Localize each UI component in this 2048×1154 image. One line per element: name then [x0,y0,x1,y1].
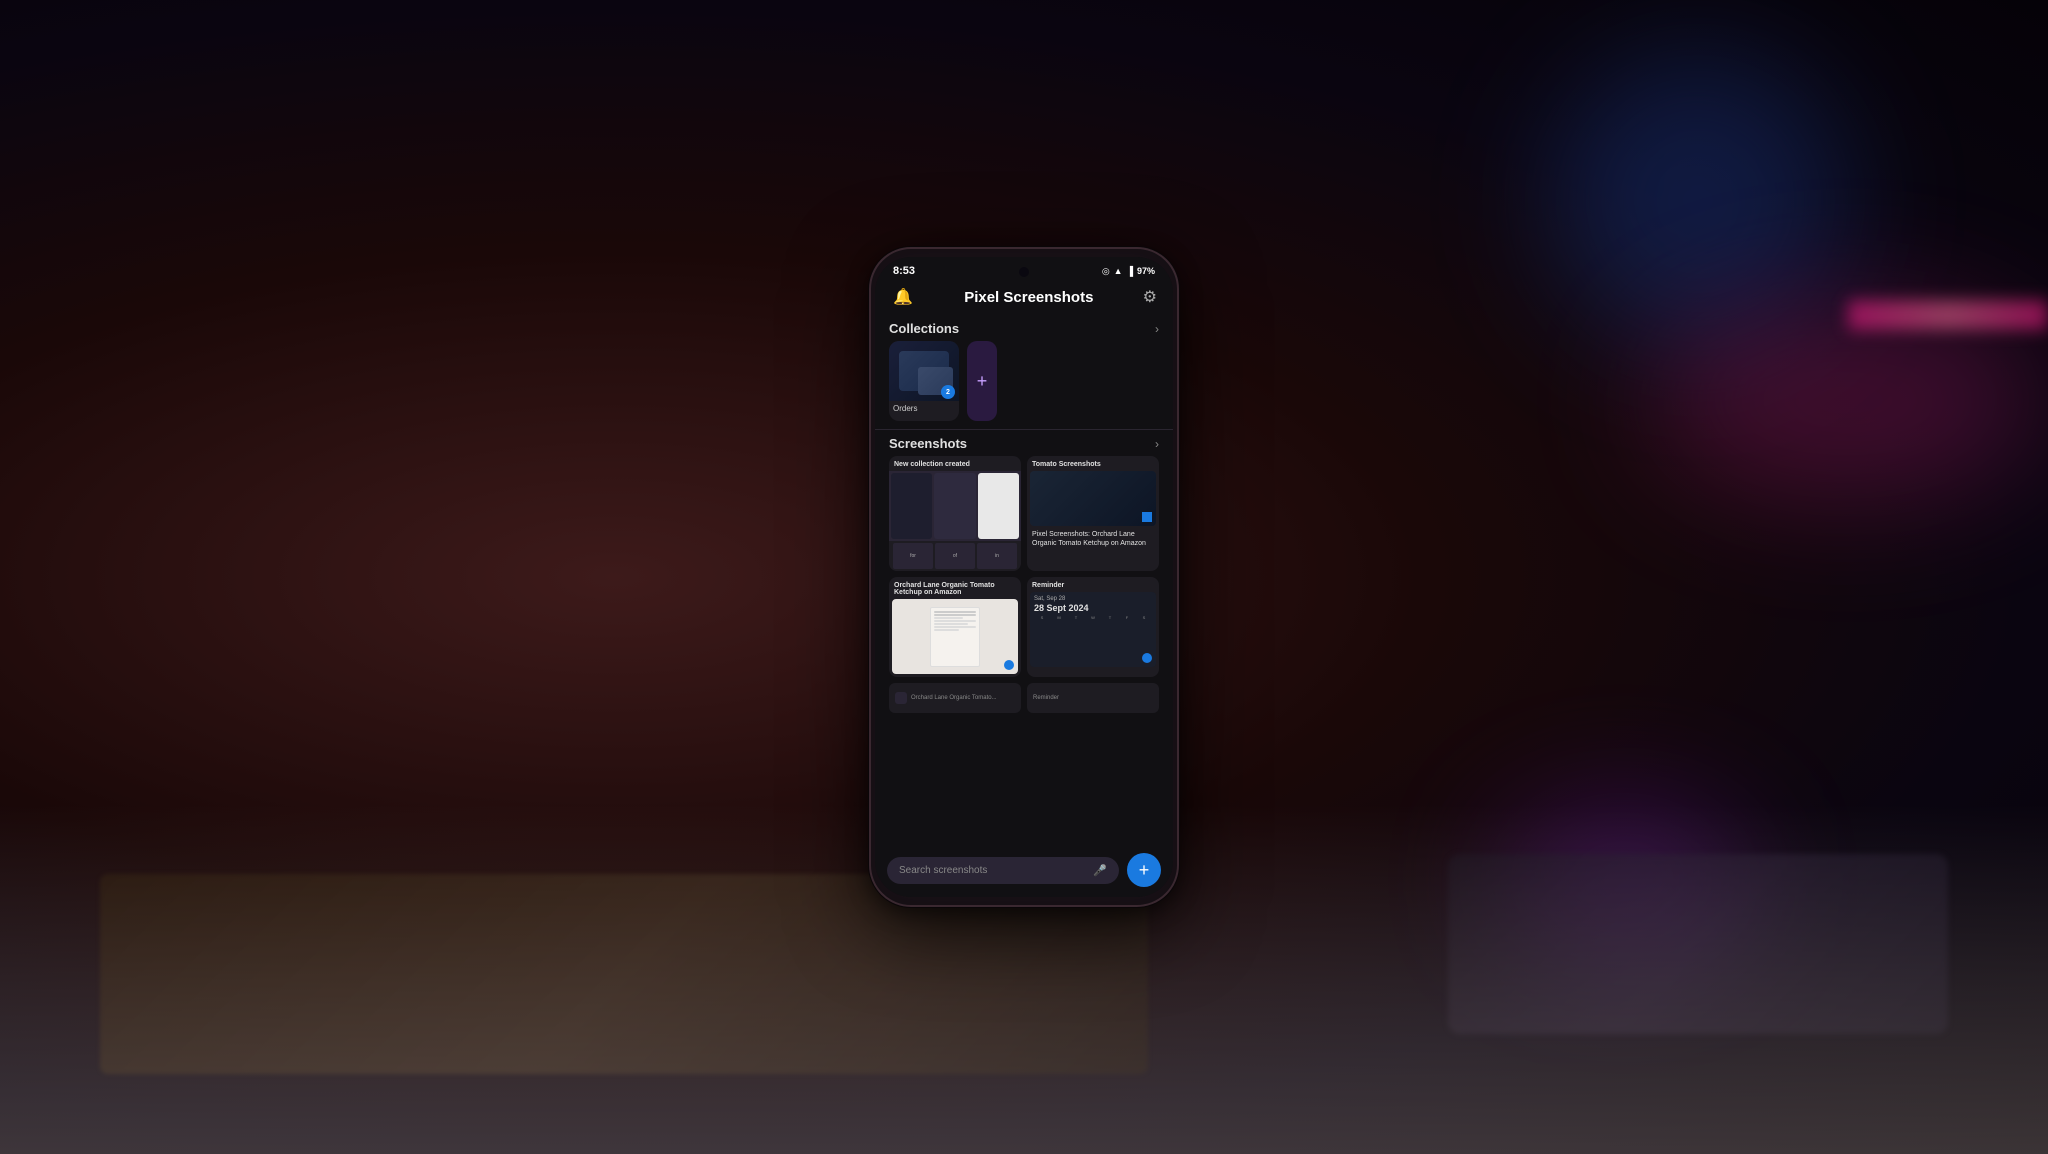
collections-title: Collections [889,321,959,336]
volume-up-button [869,394,871,439]
status-time: 8:53 [893,265,915,277]
collections-row: 2 Orders + [875,341,1173,429]
phone-screen: 8:53 ◎ ▲ ▐ 97% 🔔 Pixel Screenshots ⚙ [875,257,1173,897]
scene: 8:53 ◎ ▲ ▐ 97% 🔔 Pixel Screenshots ⚙ [0,0,2048,1154]
bottom-search-area: Search screenshots 🎤 + [875,847,1173,897]
cal-w: W [1085,615,1101,620]
cal-m: M [1051,615,1067,620]
nav-bar-mini: Orchard Lane Organic Tomato... [889,683,1021,713]
more-cards-row: Orchard Lane Organic Tomato... Reminder [875,683,1173,713]
orchard-label-bottom: Orchard Lane Organic Tomato... [911,695,997,701]
settings-gear-icon[interactable]: ⚙ [1143,287,1157,307]
cal-t: T [1068,615,1084,620]
microphone-icon[interactable]: 🎤 [1093,864,1107,877]
reminder-thumb: Sat, Sep 28 28 Sept 2024 S M T W T F S [1030,592,1156,667]
tomato-indicator [1142,512,1152,522]
screenshot-card-reminder[interactable]: Reminder Sat, Sep 28 28 Sept 2024 S M T … [1027,577,1159,677]
collections-arrow[interactable]: › [1155,322,1159,336]
orders-collection[interactable]: 2 Orders [889,341,959,421]
camera-notch [1019,267,1029,277]
screenshot-card-tomato[interactable]: Tomato Screenshots Pixel Screenshots: Or… [1027,456,1159,571]
reminder-date-small: Sat, Sep 28 [1034,596,1152,602]
cal-s2: S [1136,615,1152,620]
doc-line-5 [934,623,968,625]
card-header-tomato: Tomato Screenshots [1027,456,1159,471]
nav-icon [895,692,907,704]
doc-line-7 [934,629,959,631]
add-plus-icon: + [977,371,988,392]
add-collection-button[interactable]: + [967,341,997,421]
doc-line-3 [934,617,963,619]
reminder-label-bottom: Reminder [1033,695,1059,701]
phone: 8:53 ◎ ▲ ▐ 97% 🔔 Pixel Screenshots ⚙ [869,247,1179,907]
doc-line-6 [934,626,976,628]
doc-line-4 [934,620,976,622]
battery-level: 97% [1137,266,1155,276]
tomato-title: Pixel Screenshots: Orchard Lane Organic … [1032,530,1154,548]
orders-thumb-inner [899,351,949,391]
search-placeholder: Search screenshots [899,865,987,876]
signal-icon: ▐ [1127,266,1133,276]
screenshots-section-header: Screenshots › [875,430,1173,456]
mini-thumb-2 [934,473,975,539]
card-header-reminder: Reminder [1027,577,1159,592]
reminder-indicator [1142,653,1152,663]
orchard-indicator [1004,660,1014,670]
doc-line-2 [934,614,976,616]
screenshots-title: Screenshots [889,436,967,451]
orchard-thumb [892,599,1018,674]
screenshots-grid: New collection created for of in [875,456,1173,683]
doc-line-1 [934,611,976,613]
reminder-card-bottom: Reminder [1027,683,1159,713]
new-collection-thumb-area [889,471,1021,541]
search-bar[interactable]: Search screenshots 🎤 [887,857,1119,884]
keyboard-mini: for of in [889,541,1021,571]
key-for: for [893,543,933,569]
mini-thumb-3 [978,473,1019,539]
power-button [1177,389,1179,449]
collections-section-header: Collections › [875,315,1173,341]
key-of: of [935,543,975,569]
scroll-content[interactable]: Collections › 2 Orders [875,315,1173,897]
orders-badge: 2 [941,385,955,399]
document-preview [930,607,980,667]
app-header: 🔔 Pixel Screenshots ⚙ [875,281,1173,315]
app-title: Pixel Screenshots [964,289,1093,306]
wifi-icon: ▲ [1114,266,1123,276]
card-header-new-collection: New collection created [889,456,1021,471]
phone-wrapper: 8:53 ◎ ▲ ▐ 97% 🔔 Pixel Screenshots ⚙ [869,247,1179,907]
mini-calendar: S M T W T F S [1034,615,1152,620]
cal-s: S [1034,615,1050,620]
tomato-thumb [1030,471,1156,526]
cal-f: F [1119,615,1135,620]
fab-add-button[interactable]: + [1127,853,1161,887]
led-strip [1848,300,2048,330]
notification-bell-icon[interactable]: 🔔 [891,287,915,307]
cal-t2: T [1102,615,1118,620]
status-icons: ◎ ▲ ▐ 97% [1102,266,1155,277]
bg-decoration-pink [1648,300,2048,500]
reminder-date-large: 28 Sept 2024 [1034,603,1152,613]
card-header-orchard: Orchard Lane Organic Tomato Ketchup on A… [889,577,1021,599]
volume-down-button [869,449,871,494]
key-in: in [977,543,1017,569]
circle-icon: ◎ [1102,266,1110,277]
orders-label: Orders [889,401,959,415]
silent-button [869,349,871,379]
screenshot-card-new-collection[interactable]: New collection created for of in [889,456,1021,571]
fab-plus-icon: + [1139,860,1150,881]
screenshot-card-orchard[interactable]: Orchard Lane Organic Tomato Ketchup on A… [889,577,1021,677]
tomato-info: Pixel Screenshots: Orchard Lane Organic … [1027,526,1159,552]
mini-thumb-1 [891,473,932,539]
screenshots-arrow[interactable]: › [1155,437,1159,451]
